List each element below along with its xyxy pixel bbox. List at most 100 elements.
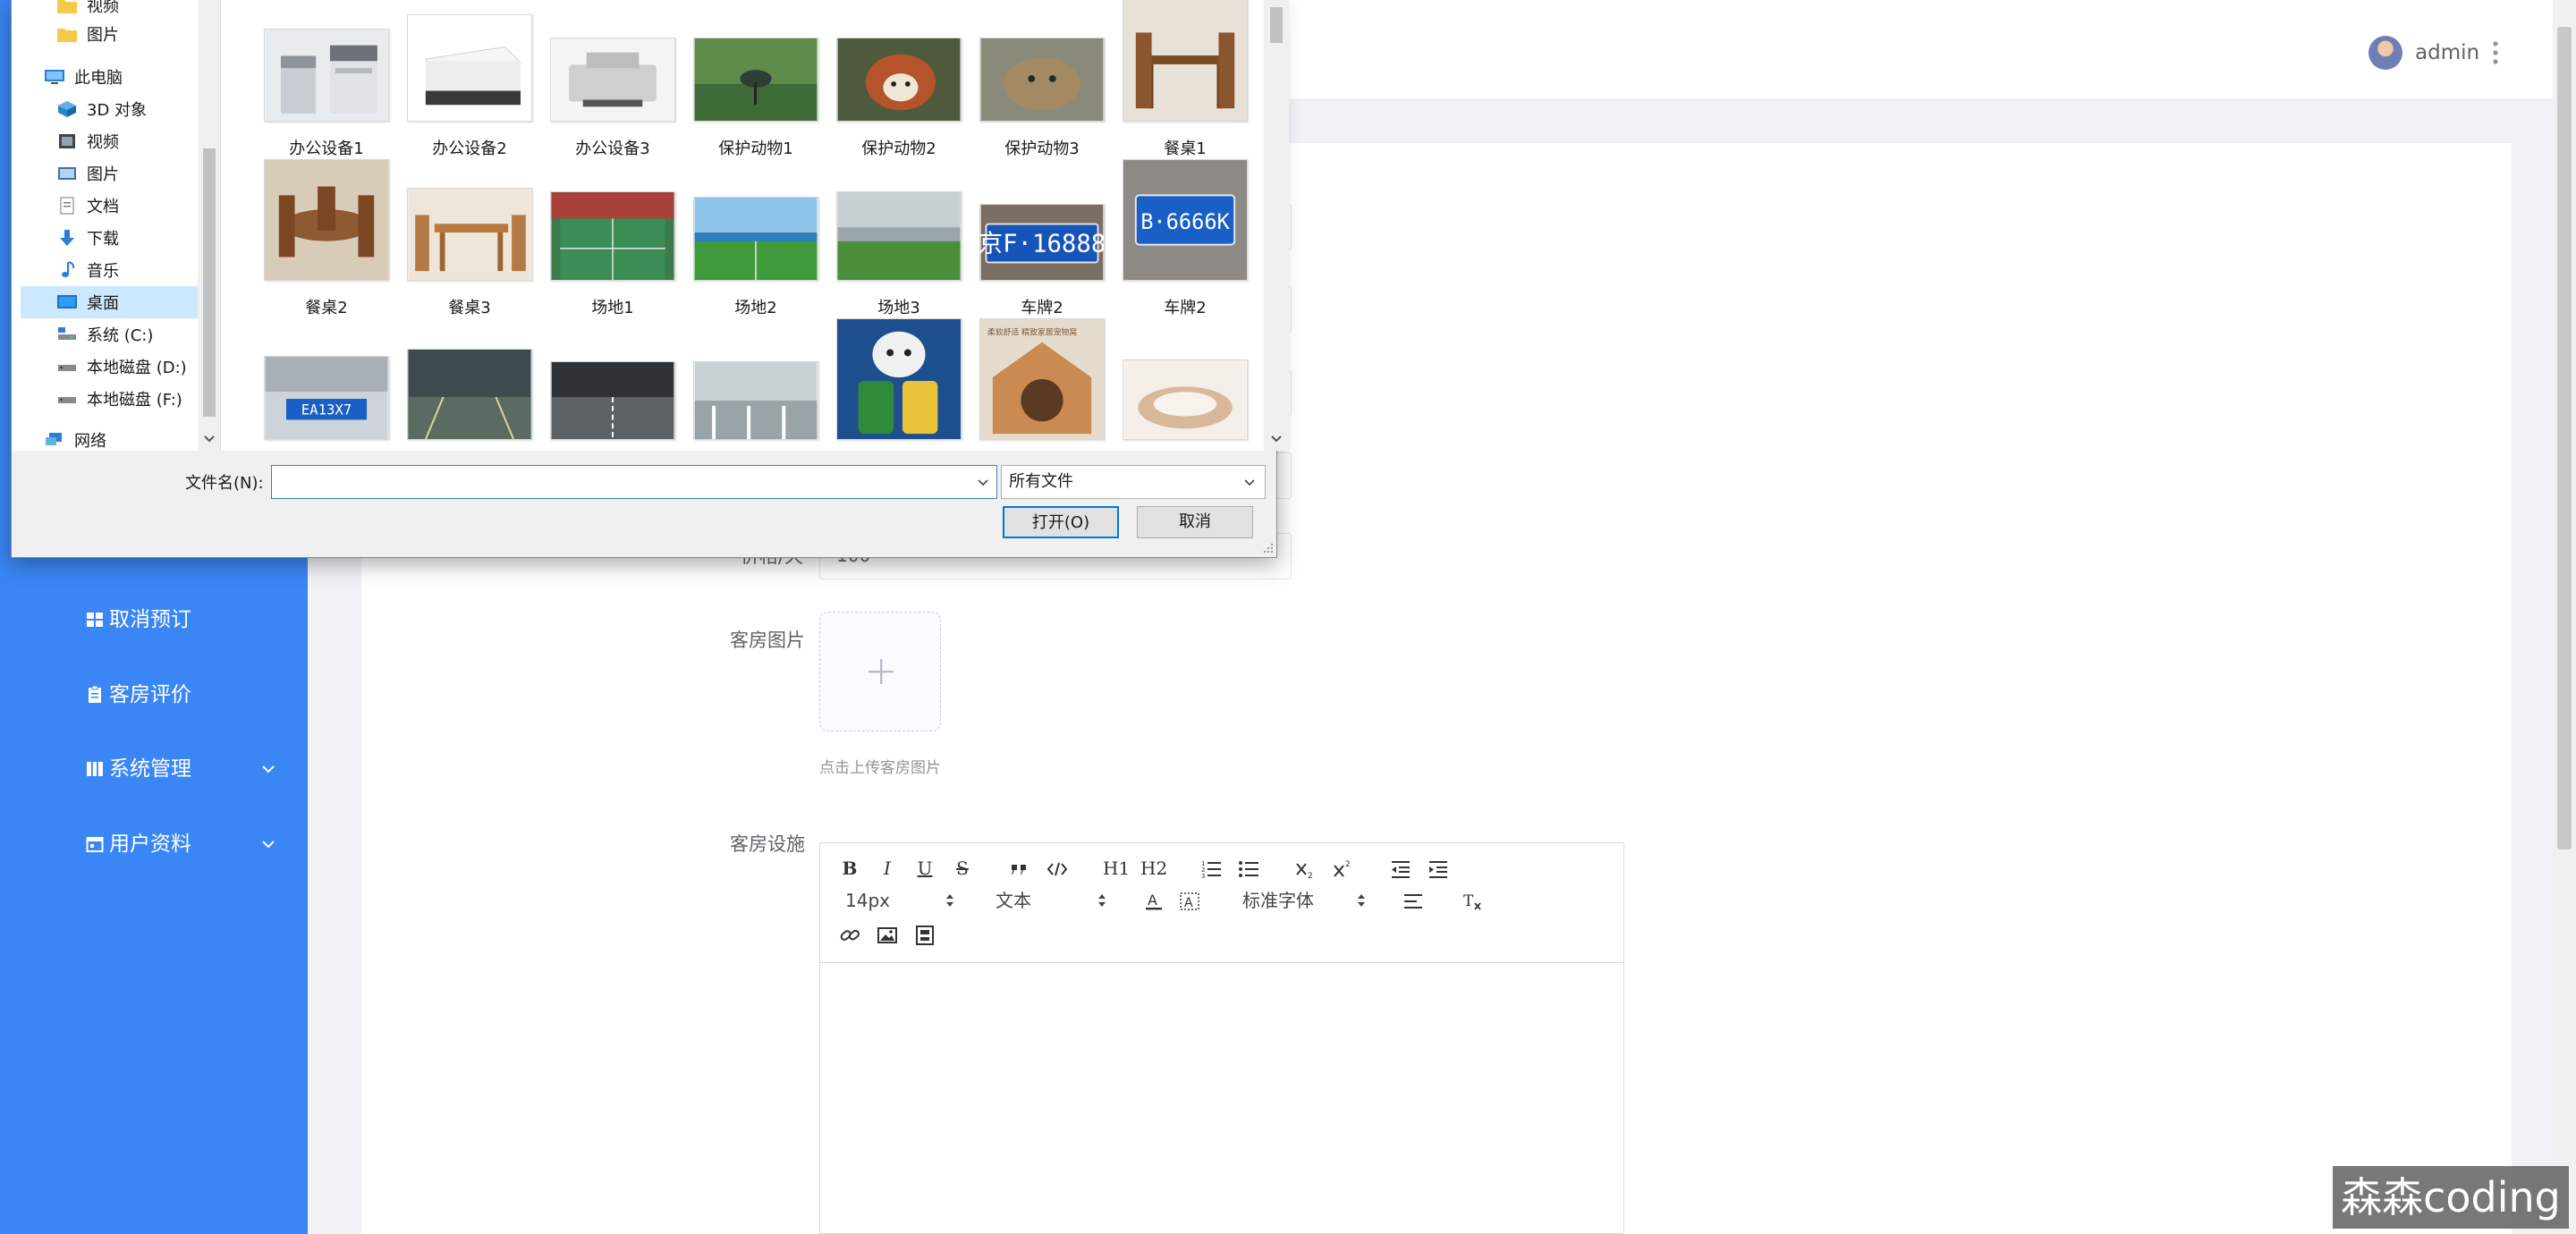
outdent-icon[interactable]	[1389, 858, 1412, 881]
more-vertical-icon[interactable]	[2492, 39, 2499, 66]
file-thumbnail: B·6666K	[1123, 159, 1248, 281]
file-item[interactable]: 保护动物3	[974, 11, 1110, 168]
file-item[interactable]	[831, 318, 967, 451]
file-item[interactable]: 餐桌2	[258, 159, 394, 327]
tree-item-label: 此电脑	[74, 69, 123, 88]
link-icon[interactable]	[838, 924, 861, 947]
tree-item-this-pc[interactable]: 此电脑	[44, 61, 198, 93]
chevron-down-icon[interactable]	[977, 478, 989, 487]
pictures-icon	[58, 167, 76, 180]
tree-item-pictures-folder[interactable]: 图片	[56, 18, 199, 50]
file-item[interactable]: 场地3	[831, 170, 967, 327]
scrollbar-thumb[interactable]	[203, 148, 216, 417]
file-type-select[interactable]: 所有文件	[1001, 465, 1266, 499]
desktop-icon	[57, 295, 77, 308]
tree-item-documents[interactable]: 文档	[56, 190, 199, 222]
superscript-icon[interactable]: 2	[1332, 858, 1355, 881]
tree-item-drive-f[interactable]: 本地磁盘 (F:)	[56, 383, 199, 415]
indent-icon[interactable]	[1427, 858, 1450, 881]
file-item[interactable]	[402, 329, 538, 451]
rich-text-editor[interactable]: B I U S H1 H2 123 2 2 14px 文本 A A 标准字体 T	[819, 842, 1624, 1234]
video-icon[interactable]	[913, 924, 936, 947]
file-thumbnail: 柔软舒适 精致家居宠物窝	[979, 318, 1105, 440]
italic-button[interactable]: I	[877, 856, 897, 881]
file-item[interactable]: 办公设备2	[402, 11, 538, 168]
tree-item-drive-c[interactable]: 系统 (C:)	[56, 318, 199, 351]
file-item[interactable]: 场地2	[688, 170, 824, 327]
image-icon[interactable]	[876, 924, 899, 947]
file-type-value: 所有文件	[1009, 472, 1073, 491]
file-item[interactable]	[1117, 329, 1253, 451]
sidebar-item-cancel-booking[interactable]: 取消预订	[0, 593, 308, 647]
username-label[interactable]: admin	[2415, 38, 2479, 68]
file-item[interactable]: 柔软舒适 精致家居宠物窝	[974, 318, 1110, 451]
file-item[interactable]: 餐桌1	[1117, 0, 1253, 168]
cancel-button[interactable]: 取消	[1137, 506, 1253, 538]
h2-button[interactable]: H2	[1140, 856, 1167, 881]
file-item[interactable]: 餐桌3	[402, 170, 538, 327]
user-avatar[interactable]	[2368, 36, 2402, 70]
open-button[interactable]: 打开(O)	[1003, 506, 1119, 538]
blockquote-icon[interactable]	[1008, 858, 1031, 881]
file-item[interactable]: B·6666K 车牌2	[1117, 159, 1253, 327]
underline-button[interactable]: U	[915, 856, 935, 881]
page-scrollbar[interactable]	[2553, 0, 2576, 1234]
file-item[interactable]: 京F·16888 车牌2	[974, 170, 1110, 327]
sidebar-item-system-management[interactable]: 系统管理	[0, 742, 308, 796]
scrollbar-thumb[interactable]	[1270, 7, 1283, 43]
clear-format-icon[interactable]: T	[1461, 890, 1484, 913]
svg-text:A: A	[1184, 896, 1193, 910]
bullet-list-icon[interactable]	[1237, 858, 1260, 881]
file-name: 车牌2	[1021, 299, 1063, 317]
grid-icon	[87, 613, 103, 627]
file-thumbnail	[836, 318, 962, 440]
tree-item-music[interactable]: 音乐	[56, 254, 199, 286]
file-item[interactable]: 办公设备1	[258, 11, 394, 168]
tree-item-pictures[interactable]: 图片	[56, 157, 199, 190]
ordered-list-icon[interactable]: 123	[1199, 858, 1223, 881]
chevron-down-icon	[262, 765, 275, 773]
code-icon[interactable]	[1046, 858, 1069, 881]
h1-button[interactable]: H1	[1103, 856, 1130, 881]
files-scrollbar[interactable]	[1264, 0, 1289, 451]
3d-objects-icon	[58, 101, 76, 117]
tree-item-video[interactable]: 视频	[56, 125, 199, 157]
font-family-select[interactable]: 标准字体	[1242, 888, 1314, 913]
tree-item-3d-objects[interactable]: 3D 对象	[56, 93, 199, 125]
file-item[interactable]	[545, 329, 681, 451]
drive-icon	[58, 365, 76, 371]
scrollbar-thumb[interactable]	[2557, 27, 2572, 849]
sidebar-item-user-profile[interactable]: 用户资料	[0, 817, 308, 871]
svg-text:2: 2	[1308, 872, 1313, 881]
scroll-down-arrow-icon[interactable]	[1270, 435, 1283, 444]
align-icon[interactable]	[1402, 890, 1425, 913]
block-format-select[interactable]: 文本	[996, 888, 1031, 913]
bold-button[interactable]: B	[840, 856, 860, 881]
file-item[interactable]: EA13X7	[258, 329, 394, 451]
file-item[interactable]: 保护动物2	[831, 11, 967, 168]
tree-item-label: 下载	[87, 230, 119, 249]
sidebar-item-label: 用户资料	[109, 833, 191, 856]
filename-input[interactable]	[272, 466, 961, 498]
background-color-icon[interactable]: A	[1178, 890, 1201, 913]
font-color-icon[interactable]: A	[1142, 890, 1165, 913]
file-thumbnail	[407, 188, 532, 281]
file-item[interactable]: 场地1	[545, 170, 681, 327]
file-name: 场地1	[591, 299, 634, 317]
filename-field[interactable]	[271, 465, 997, 499]
subscript-icon[interactable]: 2	[1294, 858, 1318, 881]
resize-grip-icon[interactable]	[1260, 540, 1275, 554]
scroll-down-arrow-icon[interactable]	[203, 435, 216, 444]
image-upload-button[interactable]	[819, 612, 941, 731]
file-item[interactable]	[688, 329, 824, 451]
file-item[interactable]: 保护动物1	[688, 11, 824, 168]
strike-button[interactable]: S	[953, 856, 972, 881]
sidebar-item-room-reviews[interactable]: 客房评价	[0, 668, 308, 722]
font-size-select[interactable]: 14px	[845, 888, 890, 913]
tree-item-network[interactable]: 网络	[44, 424, 198, 451]
tree-item-desktop[interactable]: 桌面	[21, 286, 198, 318]
tree-item-downloads[interactable]: 下载	[56, 222, 199, 254]
tree-scrollbar[interactable]	[198, 0, 220, 451]
tree-item-drive-d[interactable]: 本地磁盘 (D:)	[56, 351, 199, 383]
file-item[interactable]: 办公设备3	[545, 11, 681, 168]
